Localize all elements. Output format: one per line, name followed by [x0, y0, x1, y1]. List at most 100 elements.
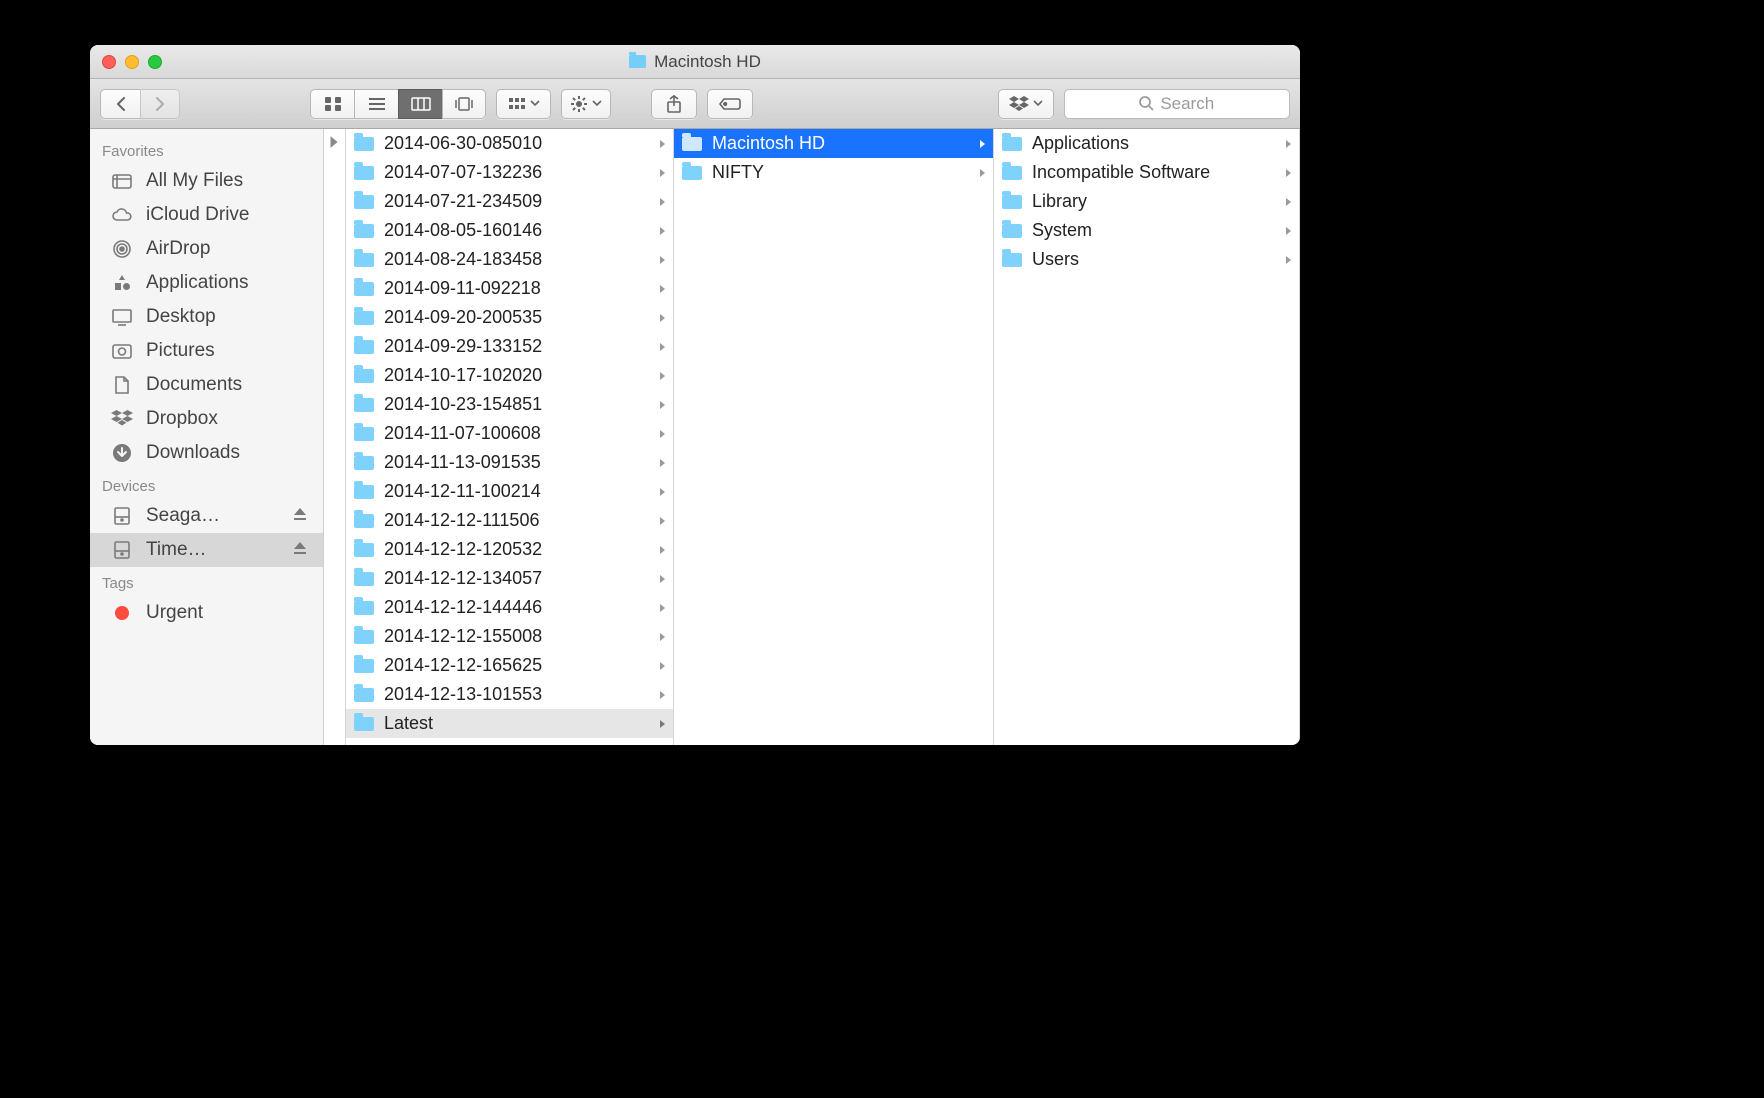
chevron-right-icon: [659, 194, 667, 210]
folder-row[interactable]: 2014-10-23-154851: [346, 390, 673, 419]
folder-row[interactable]: System: [994, 216, 1299, 245]
column-browser: 2014-06-30-085010 2014-07-07-132236 2014-0…: [324, 129, 1300, 745]
sidebar-item-airdrop[interactable]: AirDrop: [90, 232, 323, 266]
folder-row[interactable]: 2014-12-12-165625: [346, 651, 673, 680]
search-input[interactable]: Search: [1064, 89, 1291, 119]
chevron-right-icon: [659, 426, 667, 442]
folder-row[interactable]: 2014-09-20-200535: [346, 303, 673, 332]
folder-row[interactable]: 2014-10-17-102020: [346, 361, 673, 390]
folder-label: 2014-09-20-200535: [384, 307, 542, 328]
close-icon[interactable]: [102, 55, 116, 69]
folder-row[interactable]: Library: [994, 187, 1299, 216]
sidebar-item-urgent[interactable]: Urgent: [90, 596, 323, 630]
folder-row[interactable]: 2014-12-12-155008: [346, 622, 673, 651]
chevron-right-icon: [659, 455, 667, 471]
folder-row[interactable]: 2014-12-12-111506: [346, 506, 673, 535]
column-3[interactable]: Applications Incompatible Software Library…: [994, 129, 1300, 745]
sidebar-item-applications[interactable]: Applications: [90, 266, 323, 300]
column-nav-arrow-icon[interactable]: [328, 133, 340, 155]
folder-row[interactable]: Applications: [994, 129, 1299, 158]
folder-label: 2014-07-07-132236: [384, 162, 542, 183]
folder-icon: [1002, 195, 1022, 209]
sidebar-item-label: Time…: [146, 539, 207, 561]
list-view-button[interactable]: [354, 89, 398, 119]
sidebar-item-label: Downloads: [146, 442, 240, 464]
sidebar-item-pictures[interactable]: Pictures: [90, 334, 323, 368]
folder-row[interactable]: Latest: [346, 709, 673, 738]
dropbox-button[interactable]: [998, 89, 1054, 119]
folder-icon: [354, 311, 374, 325]
sidebar-item-label: Seaga…: [146, 505, 220, 527]
folder-row[interactable]: 2014-07-21-234509: [346, 187, 673, 216]
allmyfiles-icon: [110, 170, 134, 192]
forward-button[interactable]: [140, 89, 180, 119]
folder-row[interactable]: 2014-11-13-091535: [346, 448, 673, 477]
column-1[interactable]: 2014-06-30-085010 2014-07-07-132236 2014-0…: [346, 129, 674, 745]
window-title: Macintosh HD: [90, 52, 1300, 72]
folder-label: 2014-06-30-085010: [384, 133, 542, 154]
folder-row[interactable]: 2014-07-07-132236: [346, 158, 673, 187]
cloud-icon: [110, 204, 134, 226]
sidebar-item-dropbox[interactable]: Dropbox: [90, 402, 323, 436]
sidebar-item-all-my-files[interactable]: All My Files: [90, 164, 323, 198]
folder-row[interactable]: 2014-09-11-092218: [346, 274, 673, 303]
folder-row[interactable]: 2014-12-12-120532: [346, 535, 673, 564]
folder-row[interactable]: 2014-12-12-144446: [346, 593, 673, 622]
folder-label: Users: [1032, 249, 1079, 270]
folder-icon: [354, 485, 374, 499]
folder-icon: [354, 427, 374, 441]
sidebar-header: Devices: [90, 470, 323, 499]
folder-icon: [354, 137, 374, 151]
folder-row[interactable]: 2014-09-29-133152: [346, 332, 673, 361]
folder-label: Macintosh HD: [712, 133, 825, 154]
column-2[interactable]: Macintosh HD NIFTY: [674, 129, 994, 745]
sidebar-item-label: AirDrop: [146, 238, 210, 260]
sidebar-item-time-[interactable]: Time…: [90, 533, 323, 567]
chevron-right-icon: [659, 542, 667, 558]
nav-buttons: [100, 89, 180, 119]
share-button[interactable]: [651, 89, 697, 119]
eject-icon[interactable]: [293, 539, 307, 561]
chevron-right-icon: [659, 223, 667, 239]
column-view-button[interactable]: [398, 89, 442, 119]
folder-label: 2014-10-23-154851: [384, 394, 542, 415]
folder-icon: [354, 369, 374, 383]
back-button[interactable]: [100, 89, 140, 119]
eject-icon[interactable]: [293, 505, 307, 527]
chevron-right-icon: [659, 571, 667, 587]
folder-icon: [354, 659, 374, 673]
minimize-icon[interactable]: [125, 55, 139, 69]
sidebar-item-seaga-[interactable]: Seaga…: [90, 499, 323, 533]
folder-row[interactable]: 2014-08-05-160146: [346, 216, 673, 245]
folder-label: NIFTY: [712, 162, 764, 183]
dropbox-icon: [110, 408, 134, 430]
sidebar-item-label: Dropbox: [146, 408, 218, 430]
folder-label: Incompatible Software: [1032, 162, 1210, 183]
folder-icon: [354, 166, 374, 180]
folder-row[interactable]: 2014-11-07-100608: [346, 419, 673, 448]
folder-row[interactable]: 2014-12-13-101553: [346, 680, 673, 709]
folder-icon: [354, 630, 374, 644]
column-nav-strip: [324, 129, 346, 745]
disk-icon: [110, 539, 134, 561]
sidebar-item-documents[interactable]: Documents: [90, 368, 323, 402]
sidebar-item-desktop[interactable]: Desktop: [90, 300, 323, 334]
action-button[interactable]: [561, 89, 611, 119]
folder-row[interactable]: Users: [994, 245, 1299, 274]
folder-row[interactable]: 2014-06-30-085010: [346, 129, 673, 158]
folder-row[interactable]: NIFTY: [674, 158, 993, 187]
folder-icon: [1002, 166, 1022, 180]
sidebar-item-downloads[interactable]: Downloads: [90, 436, 323, 470]
folder-row[interactable]: Macintosh HD: [674, 129, 993, 158]
sidebar-item-icloud-drive[interactable]: iCloud Drive: [90, 198, 323, 232]
icon-view-button[interactable]: [310, 89, 354, 119]
folder-row[interactable]: Incompatible Software: [994, 158, 1299, 187]
arrange-button[interactable]: [496, 89, 551, 119]
folder-icon: [354, 543, 374, 557]
tags-button[interactable]: [707, 89, 753, 119]
folder-row[interactable]: 2014-12-12-134057: [346, 564, 673, 593]
coverflow-view-button[interactable]: [442, 89, 486, 119]
zoom-icon[interactable]: [148, 55, 162, 69]
folder-row[interactable]: 2014-08-24-183458: [346, 245, 673, 274]
folder-row[interactable]: 2014-12-11-100214: [346, 477, 673, 506]
